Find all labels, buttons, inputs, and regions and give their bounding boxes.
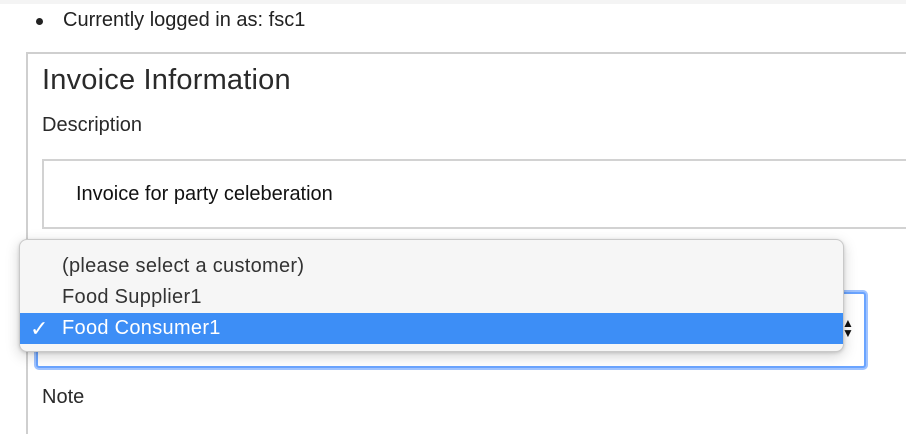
login-status: Currently logged in as: fsc1 — [36, 9, 305, 32]
option-food-consumer1[interactable]: ✓ Food Consumer1 — [20, 313, 843, 344]
bullet-icon — [36, 18, 43, 25]
option-label: (please select a customer) — [62, 255, 305, 277]
option-please-select[interactable]: (please select a customer) — [20, 251, 843, 282]
top-bar — [0, 0, 906, 4]
checkmark-icon: ✓ — [30, 316, 49, 341]
description-input[interactable]: Invoice for party celeberation — [42, 159, 906, 229]
option-label: Food Supplier1 — [62, 286, 202, 308]
description-value: Invoice for party celeberation — [76, 182, 333, 205]
option-label: Food Consumer1 — [62, 317, 221, 339]
page-title: Invoice Information — [42, 64, 291, 96]
login-status-text: Currently logged in as: fsc1 — [63, 9, 306, 31]
customer-dropdown-menu: (please select a customer) Food Supplier… — [19, 239, 844, 352]
option-food-supplier1[interactable]: Food Supplier1 — [20, 282, 843, 313]
description-label: Description — [42, 114, 143, 136]
note-label: Note — [42, 386, 85, 408]
